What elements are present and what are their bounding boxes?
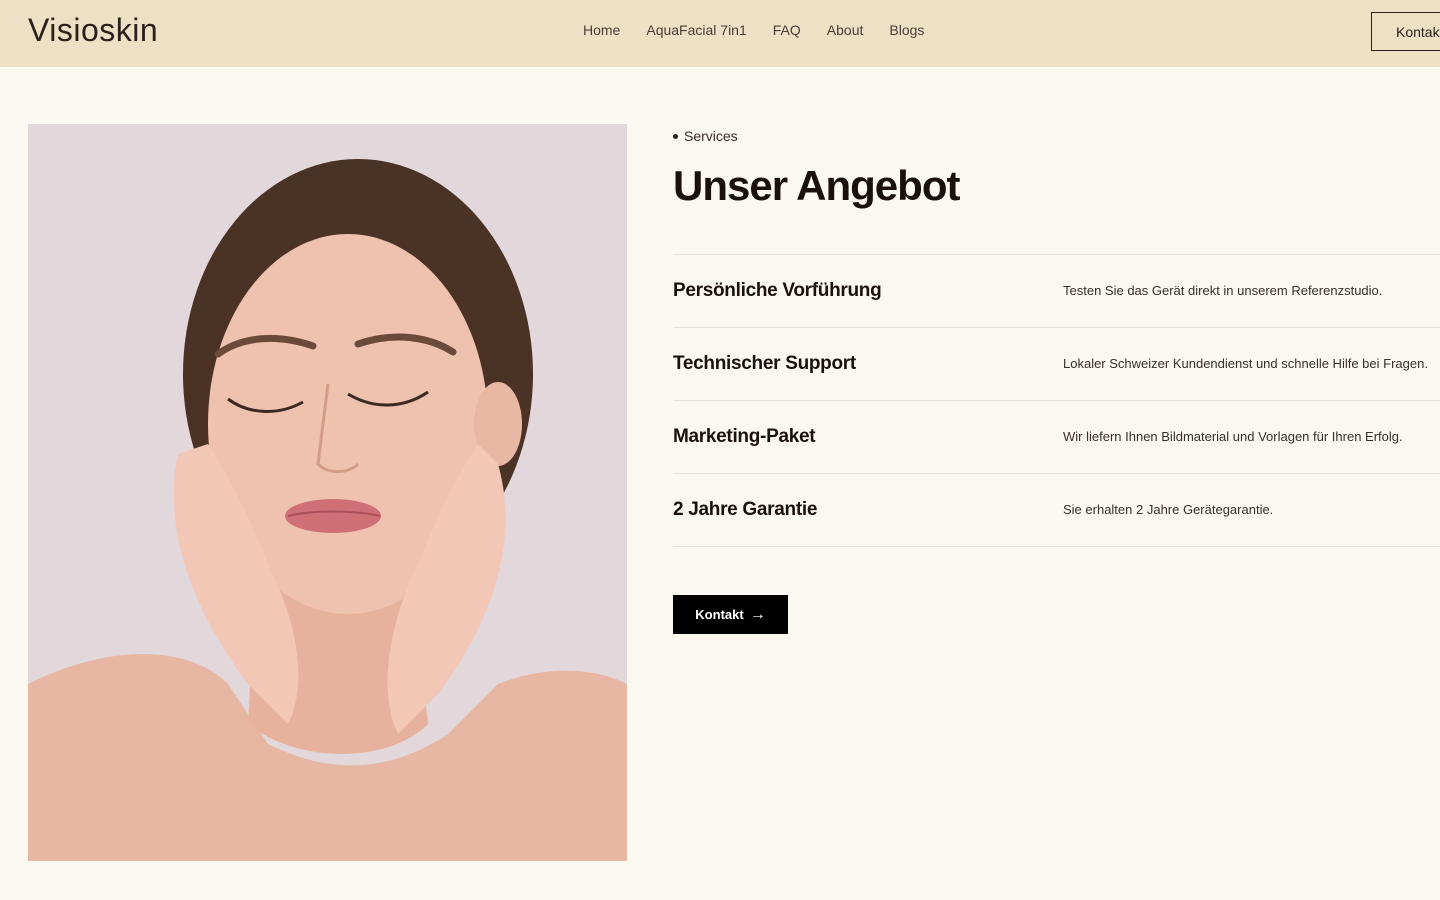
arrow-right-icon: → (749, 605, 766, 623)
service-description: Wir liefern Ihnen Bildmaterial und Vorla… (1063, 429, 1403, 444)
nav-about[interactable]: About (827, 22, 864, 38)
nav-aquafacial[interactable]: AquaFacial 7in1 (646, 22, 746, 38)
nav-home[interactable]: Home (583, 22, 620, 38)
service-item: Persönliche Vorführung Testen Sie das Ge… (673, 255, 1440, 328)
service-name: 2 Jahre Garantie (673, 499, 818, 520)
contact-button-label: Kontakt (695, 607, 744, 622)
service-description: Sie erhalten 2 Jahre Gerätegarantie. (1063, 502, 1274, 517)
service-name: Persönliche Vorführung (673, 280, 882, 301)
service-name: Marketing-Paket (673, 426, 816, 447)
service-description: Testen Sie das Gerät direkt in unserem R… (1063, 283, 1383, 298)
service-item: 2 Jahre Garantie Sie erhalten 2 Jahre Ge… (673, 474, 1440, 547)
header-contact-button[interactable]: Kontakt (1371, 12, 1440, 51)
site-header: Visioskin Home AquaFacial 7in1 FAQ About… (0, 0, 1440, 67)
service-item: Technischer Support Lokaler Schweizer Ku… (673, 328, 1440, 401)
service-description: Lokaler Schweizer Kundendienst und schne… (1063, 356, 1428, 371)
eyebrow-label: Services (684, 128, 738, 144)
contact-button[interactable]: Kontakt → (673, 595, 788, 634)
woman-portrait-image (28, 124, 627, 861)
section-title: Unser Angebot (673, 162, 960, 209)
logo[interactable]: Visioskin (28, 12, 158, 49)
main-nav: Home AquaFacial 7in1 FAQ About Blogs (583, 22, 950, 38)
service-item: Marketing-Paket Wir liefern Ihnen Bildma… (673, 401, 1440, 474)
service-name: Technischer Support (673, 353, 856, 374)
services-list: Persönliche Vorführung Testen Sie das Ge… (673, 254, 1440, 547)
bullet-icon (673, 133, 678, 139)
section-eyebrow: Services (673, 128, 738, 144)
nav-faq[interactable]: FAQ (773, 22, 801, 38)
nav-blogs[interactable]: Blogs (889, 22, 924, 38)
